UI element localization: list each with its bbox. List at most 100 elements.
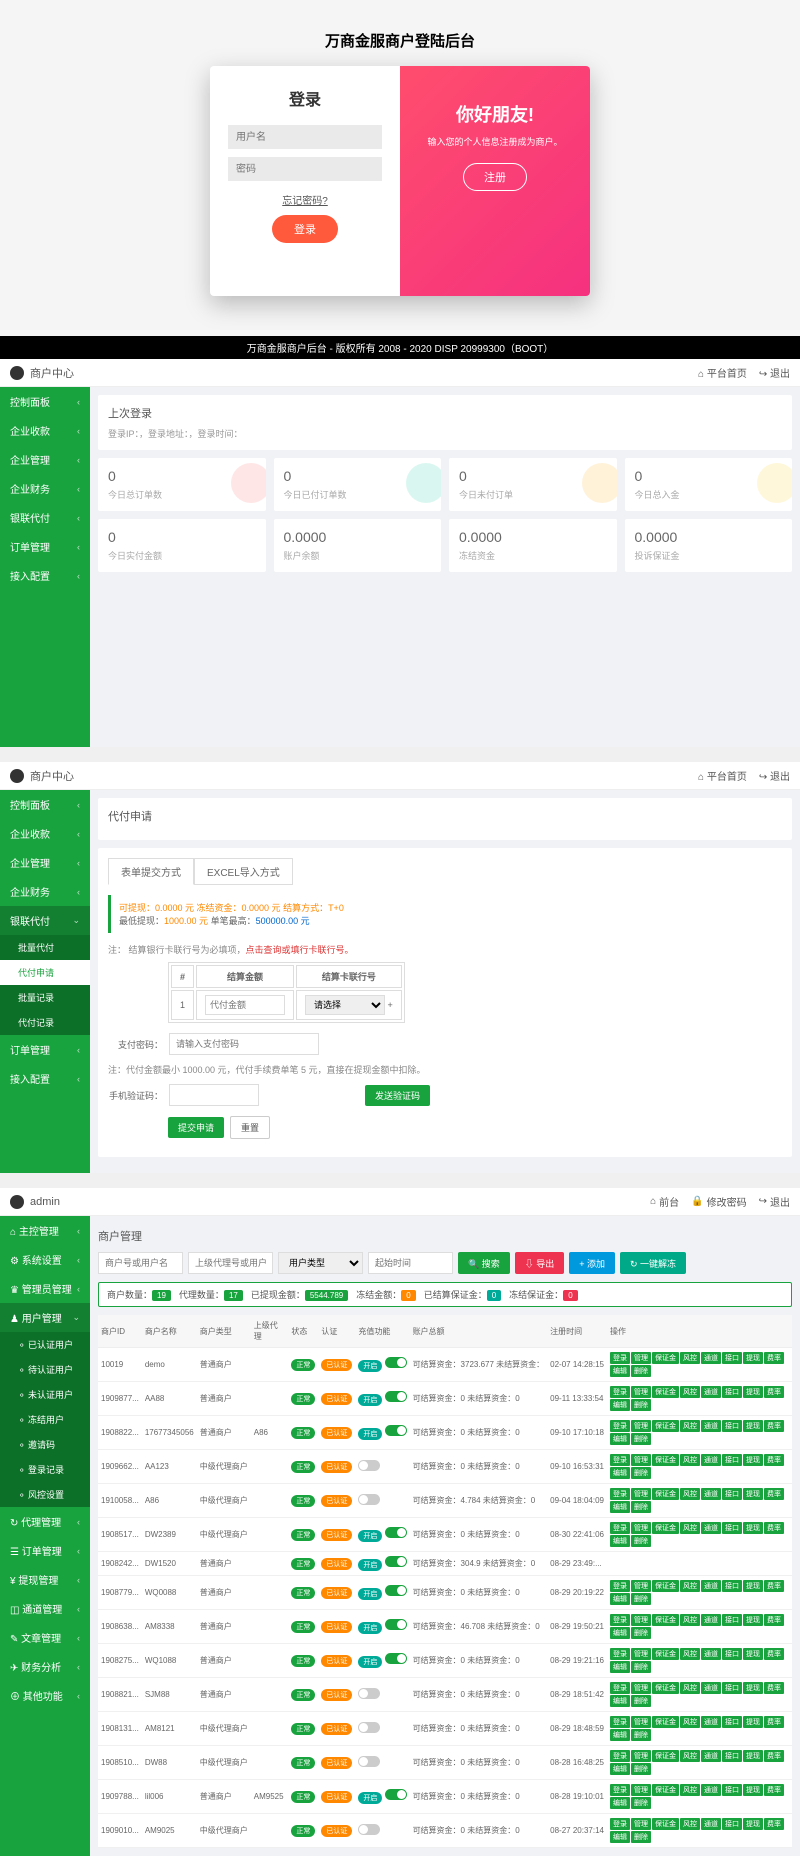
sidebar-item[interactable]: ✈ 财务分析‹ — [0, 1652, 90, 1681]
op-button[interactable]: 通道 — [701, 1522, 721, 1534]
op-button[interactable]: 删除 — [631, 1501, 651, 1513]
toggle[interactable] — [358, 1460, 380, 1471]
op-button[interactable]: 费率 — [764, 1750, 784, 1762]
op-button[interactable]: 编辑 — [610, 1729, 630, 1741]
op-button[interactable]: 费率 — [764, 1386, 784, 1398]
op-button[interactable]: 编辑 — [610, 1831, 630, 1843]
op-button[interactable]: 管理 — [631, 1488, 651, 1500]
op-button[interactable]: 通道 — [701, 1750, 721, 1762]
sidebar-item[interactable]: ☰ 订单管理‹ — [0, 1536, 90, 1565]
username-input[interactable] — [228, 125, 382, 149]
sidebar-subitem[interactable]: ⚬ 登录记录 — [0, 1457, 90, 1482]
op-button[interactable]: 接口 — [722, 1750, 742, 1762]
op-button[interactable]: 风控 — [680, 1614, 700, 1626]
op-button[interactable]: 通道 — [701, 1454, 721, 1466]
op-button[interactable]: 管理 — [631, 1648, 651, 1660]
op-button[interactable]: 费率 — [764, 1818, 784, 1830]
op-button[interactable]: 费率 — [764, 1648, 784, 1660]
op-button[interactable]: 通道 — [701, 1580, 721, 1592]
op-button[interactable]: 保证金 — [652, 1716, 679, 1728]
sidebar-item[interactable]: 企业收款‹ — [0, 819, 90, 848]
sidebar-subitem[interactable]: 代付记录 — [0, 1010, 90, 1035]
op-button[interactable]: 提现 — [743, 1522, 763, 1534]
op-button[interactable]: 提现 — [743, 1784, 763, 1796]
op-button[interactable]: 费率 — [764, 1580, 784, 1592]
search-input[interactable] — [98, 1252, 183, 1274]
op-button[interactable]: 接口 — [722, 1614, 742, 1626]
submit-button[interactable]: 提交申请 — [168, 1117, 224, 1138]
op-button[interactable]: 费率 — [764, 1352, 784, 1364]
op-button[interactable]: 风控 — [680, 1488, 700, 1500]
sidebar-item[interactable]: ⌂ 主控管理‹ — [0, 1216, 90, 1245]
home-link[interactable]: ⌂ 平台首页 — [698, 365, 747, 380]
sidebar-item[interactable]: ⚙ 系统设置‹ — [0, 1245, 90, 1274]
op-button[interactable]: 提现 — [743, 1716, 763, 1728]
sidebar-subitem[interactable]: 批量记录 — [0, 985, 90, 1010]
toggle[interactable] — [385, 1653, 407, 1664]
toggle[interactable] — [385, 1527, 407, 1538]
sidebar-subitem[interactable]: 批量代付 — [0, 935, 90, 960]
op-button[interactable]: 删除 — [631, 1797, 651, 1809]
bank-lookup-link[interactable]: 点击查询或填行卡联行号。 — [246, 945, 354, 955]
op-button[interactable]: 风控 — [680, 1818, 700, 1830]
sidebar-item[interactable]: ↻ 代理管理‹ — [0, 1507, 90, 1536]
op-button[interactable]: 删除 — [631, 1399, 651, 1411]
op-button[interactable]: 提现 — [743, 1682, 763, 1694]
op-button[interactable]: 接口 — [722, 1488, 742, 1500]
op-button[interactable]: 提现 — [743, 1648, 763, 1660]
reset-button[interactable]: 重置 — [230, 1116, 270, 1139]
sidebar-item[interactable]: 企业管理‹ — [0, 848, 90, 877]
op-button[interactable]: 保证金 — [652, 1682, 679, 1694]
op-button[interactable]: 删除 — [631, 1729, 651, 1741]
op-button[interactable]: 登录 — [610, 1352, 630, 1364]
op-button[interactable]: 费率 — [764, 1614, 784, 1626]
toggle[interactable] — [385, 1619, 407, 1630]
op-button[interactable]: 编辑 — [610, 1501, 630, 1513]
op-button[interactable]: 保证金 — [652, 1352, 679, 1364]
toggle[interactable] — [358, 1688, 380, 1699]
op-button[interactable]: 通道 — [701, 1682, 721, 1694]
toggle[interactable] — [385, 1425, 407, 1436]
op-button[interactable]: 接口 — [722, 1522, 742, 1534]
search-button[interactable]: ⇩ 导出 — [515, 1252, 565, 1274]
op-button[interactable]: 通道 — [701, 1818, 721, 1830]
op-button[interactable]: 管理 — [631, 1750, 651, 1762]
op-button[interactable]: 编辑 — [610, 1593, 630, 1605]
op-button[interactable]: 保证金 — [652, 1648, 679, 1660]
op-button[interactable]: 登录 — [610, 1648, 630, 1660]
add-row-button[interactable]: + — [388, 1000, 393, 1010]
op-button[interactable]: 管理 — [631, 1420, 651, 1432]
op-button[interactable]: 风控 — [680, 1682, 700, 1694]
op-button[interactable]: 通道 — [701, 1352, 721, 1364]
op-button[interactable]: 删除 — [631, 1763, 651, 1775]
op-button[interactable]: 风控 — [680, 1386, 700, 1398]
op-button[interactable]: 保证金 — [652, 1614, 679, 1626]
op-button[interactable]: 登录 — [610, 1750, 630, 1762]
op-button[interactable]: 管理 — [631, 1716, 651, 1728]
op-button[interactable]: 接口 — [722, 1454, 742, 1466]
home-link[interactable]: ⌂ 平台首页 — [698, 768, 747, 783]
op-button[interactable]: 提现 — [743, 1454, 763, 1466]
search-input[interactable] — [368, 1252, 453, 1274]
toggle[interactable] — [385, 1556, 407, 1567]
op-button[interactable]: 风控 — [680, 1454, 700, 1466]
sidebar-item[interactable]: 企业财务‹ — [0, 877, 90, 906]
toggle[interactable] — [385, 1789, 407, 1800]
tab-form[interactable]: 表单提交方式 — [108, 858, 194, 885]
op-button[interactable]: 风控 — [680, 1420, 700, 1432]
op-button[interactable]: 编辑 — [610, 1433, 630, 1445]
op-button[interactable]: 删除 — [631, 1627, 651, 1639]
op-button[interactable]: 通道 — [701, 1420, 721, 1432]
op-button[interactable]: 通道 — [701, 1716, 721, 1728]
op-button[interactable]: 保证金 — [652, 1522, 679, 1534]
sidebar-subitem[interactable]: ⚬ 未认证用户 — [0, 1382, 90, 1407]
sidebar-item[interactable]: 企业财务‹ — [0, 474, 90, 503]
op-button[interactable]: 费率 — [764, 1420, 784, 1432]
op-button[interactable]: 管理 — [631, 1386, 651, 1398]
op-button[interactable]: 删除 — [631, 1365, 651, 1377]
op-button[interactable]: 通道 — [701, 1488, 721, 1500]
toggle[interactable] — [385, 1357, 407, 1368]
op-button[interactable]: 费率 — [764, 1682, 784, 1694]
op-button[interactable]: 保证金 — [652, 1818, 679, 1830]
op-button[interactable]: 删除 — [631, 1593, 651, 1605]
